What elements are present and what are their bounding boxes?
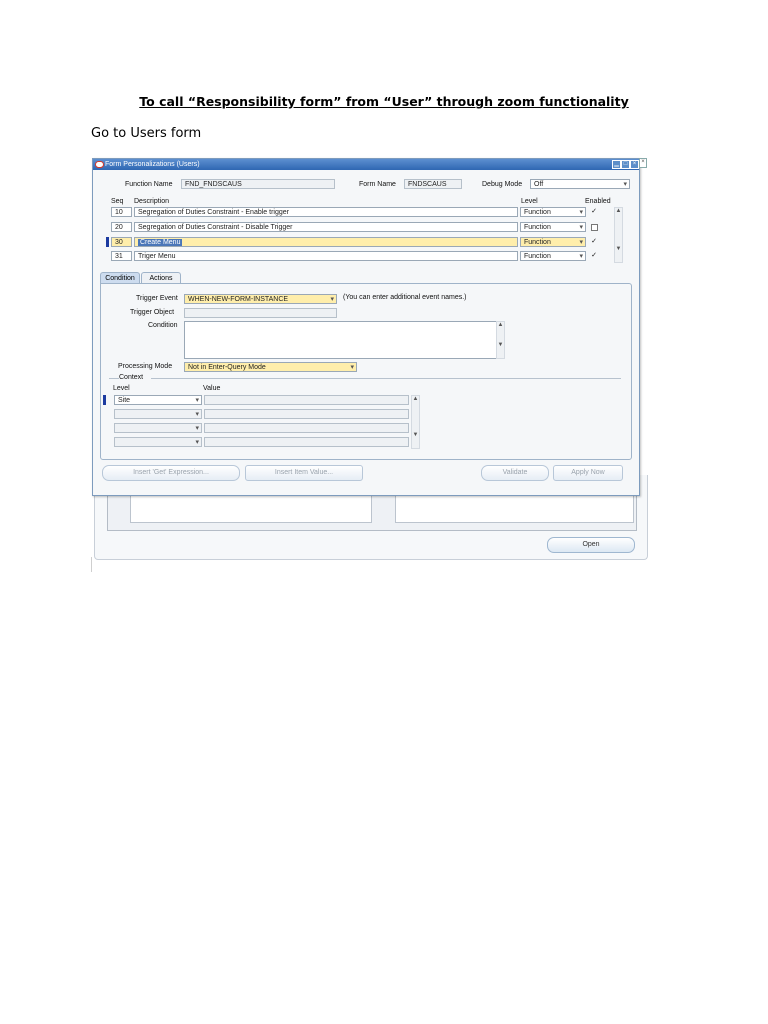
scroll-up-icon[interactable]: ▲ [615,208,622,214]
seq-column-header: Seq [111,198,124,205]
condition-scrollbar[interactable]: ▲ ▼ [496,321,505,359]
debug-mode-label: Debug Mode [482,181,523,188]
rule-seq-field[interactable]: 30 [111,237,132,247]
margin-line [91,557,92,572]
trigger-event-label: Trigger Event [136,295,178,302]
scroll-up-icon[interactable]: ▲ [497,322,504,328]
rules-scrollbar[interactable]: ▲ ▼ [614,207,623,263]
scroll-down-icon[interactable]: ▼ [615,246,622,252]
minimize-icon[interactable]: ▁ [612,160,621,169]
function-name-label: Function Name [125,181,173,188]
context-divider [151,378,621,379]
rule-seq-field[interactable]: 10 [111,207,132,217]
rule-seq-field[interactable]: 31 [111,251,132,261]
open-button[interactable]: Open [547,537,635,553]
form-personalizations-window: Form Personalizations (Users) ▁ □ × × Fu… [92,158,647,496]
scroll-up-icon[interactable]: ▲ [412,396,419,402]
validate-button[interactable]: Validate [481,465,549,481]
form-name-field[interactable]: FNDSCAUS [404,179,462,189]
rule-enabled-checkbox[interactable]: ✓ [591,252,597,259]
window-titlebar[interactable]: Form Personalizations (Users) ▁ □ × [93,159,639,170]
form-name-label: Form Name [359,181,396,188]
insert-item-value-button[interactable]: Insert Item Value... [245,465,363,481]
condition-textarea[interactable] [184,321,504,359]
rule-seq-field[interactable]: 20 [111,222,132,232]
enabled-column-header: Enabled [585,198,611,205]
document-instruction: Go to Users form [91,126,202,141]
rule-enabled-checkbox[interactable] [591,224,598,231]
debug-mode-select[interactable]: Off [530,179,630,189]
rule-description-field[interactable]: Segregation of Duties Constraint - Enabl… [134,207,518,217]
maximize-icon[interactable]: □ [621,160,630,169]
window-title: Form Personalizations (Users) [105,161,200,168]
context-level-header: Level [113,385,130,392]
context-value-header: Value [203,385,221,392]
rule-description-field[interactable]: Triger Menu [134,251,518,261]
context-level-select[interactable] [114,423,202,433]
context-scrollbar[interactable]: ▲ ▼ [411,395,420,449]
description-column-header: Description [134,198,170,205]
oracle-logo-icon [95,161,104,168]
context-level-select[interactable]: Site [114,395,202,405]
document-title: To call “Responsibility form” from “User… [139,94,629,109]
close-icon[interactable]: × [630,160,639,169]
context-value-field[interactable] [204,437,409,447]
condition-label: Condition [148,322,178,329]
outer-close-icon[interactable]: × [639,158,647,168]
current-row-indicator [103,395,106,405]
rule-level-select[interactable]: Function [520,222,586,232]
rule-description-field[interactable]: Segregation of Duties Constraint - Disab… [134,222,518,232]
rule-description-field[interactable]: Create Menu [134,237,518,247]
insert-get-expression-button[interactable]: Insert 'Get' Expression... [102,465,240,481]
rule-level-select[interactable]: Function [520,207,586,217]
context-level-select[interactable] [114,437,202,447]
trigger-object-label: Trigger Object [130,309,175,316]
context-value-field[interactable] [204,409,409,419]
rule-enabled-checkbox[interactable]: ✓ [591,208,597,215]
context-legend: Context [119,374,144,381]
function-name-field[interactable]: FND_FNDSCAUS [181,179,335,189]
scroll-down-icon[interactable]: ▼ [412,432,419,438]
selected-text: Create Menu [138,239,183,246]
rule-enabled-checkbox[interactable]: ✓ [591,238,597,245]
scroll-down-icon[interactable]: ▼ [497,342,504,348]
current-row-indicator [106,237,109,247]
context-divider [109,378,119,379]
context-value-field[interactable] [204,423,409,433]
context-value-field[interactable] [204,395,409,405]
processing-mode-select[interactable]: Not in Enter-Query Mode [184,362,357,372]
trigger-object-field[interactable] [184,308,337,318]
trigger-event-select[interactable]: WHEN-NEW-FORM-INSTANCE [184,294,337,304]
trigger-event-hint: (You can enter additional event names.) [343,294,467,301]
context-level-select[interactable] [114,409,202,419]
rule-level-select[interactable]: Function [520,251,586,261]
level-column-header: Level [521,198,538,205]
rule-level-select[interactable]: Function [520,237,586,247]
apply-now-button[interactable]: Apply Now [553,465,623,481]
processing-mode-label: Processing Mode [118,363,173,370]
condition-panel: Trigger Event WHEN-NEW-FORM-INSTANCE (Yo… [100,283,632,460]
